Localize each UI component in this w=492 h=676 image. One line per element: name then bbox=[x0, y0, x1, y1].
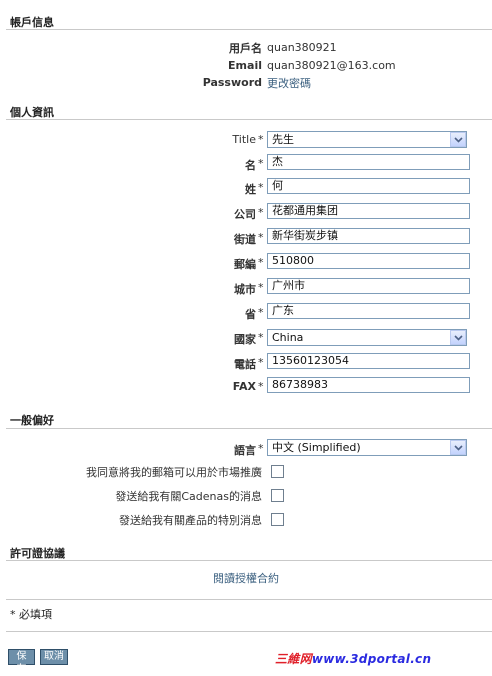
company-label: 公司 bbox=[234, 208, 256, 221]
required-star: * bbox=[258, 281, 264, 294]
title-select[interactable]: 先生 bbox=[267, 131, 467, 148]
section-title-account: 帳戶信息 bbox=[10, 16, 54, 29]
required-star: * bbox=[258, 331, 264, 344]
section-title-personal: 個人資訊 bbox=[10, 106, 54, 119]
marketing-opt-label: 我同意將我的郵箱可以用於市場推廣 bbox=[86, 466, 262, 479]
required-note: * 必填項 bbox=[10, 608, 52, 621]
required-star: * bbox=[258, 356, 264, 369]
cancel-button[interactable]: 取消 bbox=[40, 649, 68, 665]
postcode-label: 郵編 bbox=[234, 258, 256, 271]
country-label: 國家 bbox=[234, 333, 256, 346]
postcode-field[interactable]: 510800 bbox=[267, 253, 470, 269]
first-name-field[interactable]: 杰 bbox=[267, 154, 470, 170]
section-divider bbox=[6, 119, 492, 120]
email-label: Email bbox=[228, 59, 262, 72]
chevron-down-icon[interactable] bbox=[450, 132, 466, 147]
last-name-field[interactable]: 何 bbox=[267, 178, 470, 194]
title-select-value: 先生 bbox=[272, 133, 294, 146]
cadenas-opt-checkbox[interactable] bbox=[271, 489, 284, 502]
required-star: * bbox=[258, 231, 264, 244]
province-label: 省 bbox=[245, 308, 256, 321]
province-field[interactable]: 广东 bbox=[267, 303, 470, 319]
street-label: 街道 bbox=[234, 233, 256, 246]
read-license-link[interactable]: 閱讀授權合約 bbox=[0, 570, 492, 586]
email-value: quan380921@163.com bbox=[267, 59, 396, 72]
title-label: Title bbox=[232, 133, 256, 146]
section-divider bbox=[6, 560, 492, 561]
password-label: Password bbox=[202, 76, 262, 89]
marketing-opt-checkbox[interactable] bbox=[271, 465, 284, 478]
watermark-url: www.3dportal.cn bbox=[311, 652, 432, 666]
company-field[interactable]: 花都通用集团 bbox=[267, 203, 470, 219]
watermark-logo-text: 三維网 bbox=[275, 652, 312, 666]
required-star: * bbox=[258, 256, 264, 269]
language-select-value: 中文 (Simplified) bbox=[272, 441, 361, 454]
section-title-preferences: 一般偏好 bbox=[10, 414, 54, 427]
products-opt-label: 發送給我有關產品的特別消息 bbox=[119, 514, 262, 527]
username-value: quan380921 bbox=[267, 41, 337, 54]
username-label: 用戶名 bbox=[229, 42, 262, 55]
required-star: * bbox=[258, 206, 264, 219]
section-divider bbox=[6, 599, 492, 600]
watermark: 三維网www.3dportal.cn bbox=[275, 650, 431, 667]
language-select[interactable]: 中文 (Simplified) bbox=[267, 439, 467, 456]
required-star: * bbox=[258, 306, 264, 319]
chevron-down-icon[interactable] bbox=[450, 330, 466, 345]
city-label: 城市 bbox=[234, 283, 256, 296]
country-select-value: China bbox=[272, 331, 304, 344]
products-opt-checkbox[interactable] bbox=[271, 513, 284, 526]
required-star: * bbox=[258, 181, 264, 194]
first-name-label: 名 bbox=[245, 159, 256, 172]
fax-field[interactable]: 86738983 bbox=[267, 377, 470, 393]
phone-label: 電話 bbox=[234, 358, 256, 371]
required-star: * bbox=[258, 157, 264, 170]
required-star: * bbox=[258, 380, 264, 393]
required-star: * bbox=[258, 442, 264, 455]
chevron-down-icon[interactable] bbox=[450, 440, 466, 455]
fax-label: FAX bbox=[232, 380, 256, 393]
section-divider bbox=[6, 29, 492, 30]
save-button[interactable]: 保存 bbox=[8, 649, 35, 675]
country-select[interactable]: China bbox=[267, 329, 467, 346]
required-star: * bbox=[258, 133, 264, 146]
section-divider bbox=[6, 631, 492, 632]
last-name-label: 姓 bbox=[245, 183, 256, 196]
phone-field[interactable]: 13560123054 bbox=[267, 353, 470, 369]
cadenas-opt-label: 發送給我有關Cadenas的消息 bbox=[115, 490, 262, 503]
city-field[interactable]: 广州市 bbox=[267, 278, 470, 294]
section-title-license: 許可證協議 bbox=[10, 547, 65, 560]
language-label: 語言 bbox=[234, 444, 256, 457]
section-divider bbox=[6, 428, 492, 429]
change-password-link[interactable]: 更改密碼 bbox=[267, 75, 311, 91]
street-field[interactable]: 新华街炭步镇 bbox=[267, 228, 470, 244]
